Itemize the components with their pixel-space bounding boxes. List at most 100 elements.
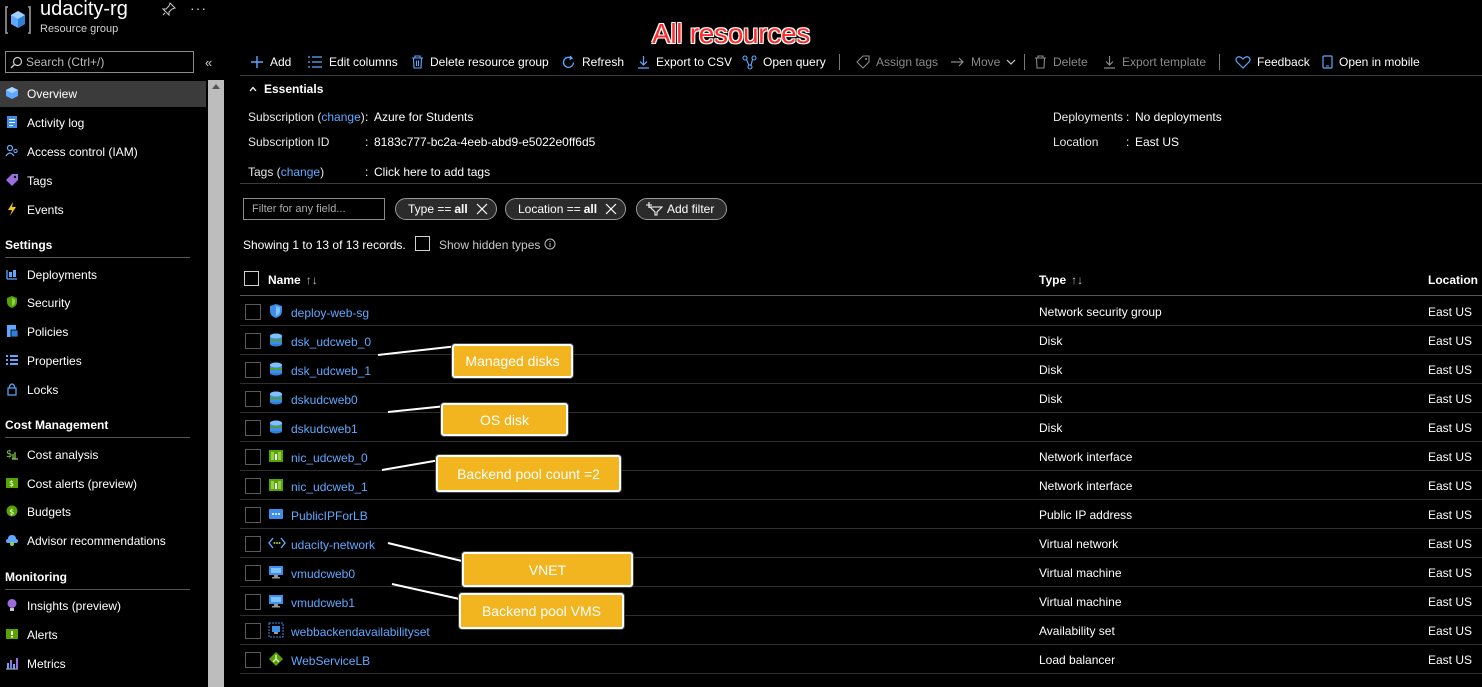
table-row[interactable]: vmudcweb0 Virtual machine East US <box>240 558 1482 587</box>
close-icon[interactable] <box>476 203 488 215</box>
table-row[interactable]: PublicIPForLB Public IP address East US <box>240 500 1482 529</box>
table-row[interactable]: udacity-network Virtual network East US <box>240 529 1482 558</box>
row-checkbox[interactable] <box>245 304 261 320</box>
sort-icon[interactable]: ↑↓ <box>306 273 318 287</box>
resource-name-link[interactable]: deploy-web-sg <box>291 306 369 320</box>
location-filter-pill[interactable]: Location == all <box>505 198 627 220</box>
resource-name-link[interactable]: dskudcweb0 <box>291 393 358 407</box>
sidebar-item-cost-alerts[interactable]: $ Cost alerts (preview) <box>0 471 206 497</box>
row-checkbox[interactable] <box>245 623 261 639</box>
filter-input[interactable] <box>244 199 384 219</box>
deployments-link[interactable]: No deployments <box>1135 110 1222 124</box>
change-tags-link[interactable]: change <box>281 165 320 179</box>
row-checkbox[interactable] <box>245 362 261 378</box>
add-tags-link[interactable]: Click here to add tags <box>374 165 490 179</box>
table-row[interactable]: WebServiceLB Load balancer East US <box>240 645 1482 674</box>
sidebar-item-advisor[interactable]: Advisor recommendations <box>0 528 206 554</box>
type-filter-pill[interactable]: Type == all <box>395 198 497 220</box>
sidebar-item-metrics[interactable]: Metrics <box>0 651 206 677</box>
more-options-icon[interactable]: ··· <box>190 0 207 16</box>
row-checkbox[interactable] <box>245 536 261 552</box>
row-checkbox[interactable] <box>245 449 261 465</box>
sidebar-item-events[interactable]: Events <box>0 197 206 223</box>
sidebar-item-budgets[interactable]: $ Budgets <box>0 499 206 525</box>
advisor-icon <box>5 533 19 547</box>
resource-name-link[interactable]: dsk_udcweb_0 <box>291 335 371 349</box>
resource-name-link[interactable]: WebServiceLB <box>291 654 370 668</box>
scroll-up-arrow-icon[interactable] <box>212 84 220 89</box>
add-button[interactable]: Add <box>250 53 291 71</box>
table-row[interactable]: nic_udcweb_1 Network interface East US <box>240 471 1482 500</box>
resource-name-link[interactable]: dskudcweb1 <box>291 422 358 436</box>
row-checkbox[interactable] <box>245 594 261 610</box>
resource-group-icon <box>5 6 31 34</box>
row-checkbox[interactable] <box>245 333 261 349</box>
sidebar-item-properties[interactable]: Properties <box>0 348 206 374</box>
table-row[interactable]: dskudcweb0 Disk East US <box>240 384 1482 413</box>
export-csv-button[interactable]: Export to CSV <box>637 53 732 71</box>
show-hidden-types-checkbox[interactable] <box>415 236 430 251</box>
resource-name-link[interactable]: vmudcweb1 <box>291 596 355 610</box>
sidebar-item-policies[interactable]: Policies <box>0 319 206 345</box>
move-button[interactable]: Move <box>950 53 1016 71</box>
filter-box[interactable] <box>243 198 385 220</box>
resource-name-link[interactable]: udacity-network <box>291 538 375 552</box>
table-row[interactable]: webbackendavailabilityset Availability se… <box>240 616 1482 645</box>
sidebar-item-deployments[interactable]: Deployments <box>0 262 206 288</box>
sidebar-search[interactable] <box>5 51 194 73</box>
table-row[interactable]: deploy-web-sg Network security group East … <box>240 297 1482 326</box>
row-checkbox[interactable] <box>245 507 261 523</box>
select-all-checkbox[interactable] <box>244 271 259 286</box>
table-row[interactable]: nic_udcweb_0 Network interface East US <box>240 442 1482 471</box>
open-in-mobile-button[interactable]: Open in mobile <box>1322 53 1420 71</box>
open-query-button[interactable]: Open query <box>742 53 826 71</box>
resource-name-link[interactable]: webbackendavailabilityset <box>291 625 430 639</box>
row-checkbox[interactable] <box>245 391 261 407</box>
sidebar-search-input[interactable] <box>26 54 186 70</box>
change-subscription-link[interactable]: change <box>321 110 360 124</box>
resource-name-link[interactable]: dsk_udcweb_1 <box>291 364 371 378</box>
sidebar-item-activity-log[interactable]: Activity log <box>0 110 206 136</box>
resource-name-link[interactable]: vmudcweb0 <box>291 567 355 581</box>
sidebar-item-alerts[interactable]: Alerts <box>0 622 206 648</box>
pin-icon[interactable] <box>162 2 176 16</box>
row-checkbox[interactable] <box>245 420 261 436</box>
row-checkbox[interactable] <box>245 565 261 581</box>
info-icon[interactable] <box>544 238 556 250</box>
row-checkbox[interactable] <box>245 652 261 668</box>
row-checkbox[interactable] <box>245 478 261 494</box>
assign-tags-button[interactable]: Assign tags <box>856 53 938 71</box>
edit-columns-button[interactable]: Edit columns <box>307 53 398 71</box>
sidebar-item-cost-analysis[interactable]: $ Cost analysis <box>0 442 206 468</box>
table-row[interactable]: dsk_udcweb_1 Disk East US <box>240 355 1482 384</box>
resource-name-link[interactable]: nic_udcweb_0 <box>291 451 368 465</box>
table-row[interactable]: dsk_udcweb_0 Disk East US <box>240 326 1482 355</box>
sidebar-item-overview[interactable]: Overview <box>0 81 206 107</box>
export-template-button[interactable]: Export template <box>1103 53 1206 71</box>
column-header-type[interactable]: Type ↑↓ <box>1039 273 1083 287</box>
delete-button[interactable]: Delete <box>1034 53 1088 71</box>
feedback-button[interactable]: Feedback <box>1235 53 1310 71</box>
add-filter-button[interactable]: Add filter <box>636 198 728 220</box>
resource-name-link[interactable]: PublicIPForLB <box>291 509 368 523</box>
refresh-button[interactable]: Refresh <box>561 53 624 71</box>
table-row[interactable]: vmudcweb1 Virtual machine East US <box>240 587 1482 616</box>
sidebar-item-tags[interactable]: Tags <box>0 168 206 194</box>
delete-resource-group-button[interactable]: Delete resource group <box>411 53 549 71</box>
sidebar-item-iam[interactable]: Access control (IAM) <box>0 139 206 165</box>
table-row[interactable]: dskudcweb1 Disk East US <box>240 413 1482 442</box>
column-header-location[interactable]: Location <box>1428 273 1478 287</box>
sidebar-scrollbar[interactable] <box>208 80 224 687</box>
chevron-down-icon <box>1006 59 1016 65</box>
sort-icon[interactable]: ↑↓ <box>1071 273 1083 287</box>
sidebar-item-label: Events <box>27 203 64 217</box>
sidebar-item-locks[interactable]: Locks <box>0 377 206 403</box>
subscription-link[interactable]: Azure for Students <box>374 110 473 124</box>
sidebar-item-security[interactable]: Security <box>0 290 206 316</box>
collapse-sidebar-icon[interactable]: « <box>205 55 212 70</box>
close-icon[interactable] <box>605 203 617 215</box>
collapse-essentials-icon[interactable] <box>249 86 257 92</box>
sidebar-item-insights[interactable]: Insights (preview) <box>0 593 206 619</box>
column-header-name[interactable]: Name ↑↓ <box>268 273 318 287</box>
resource-name-link[interactable]: nic_udcweb_1 <box>291 480 368 494</box>
